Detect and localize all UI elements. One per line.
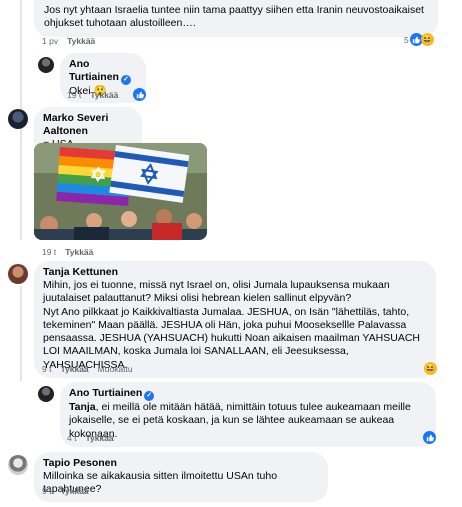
comment-text: Nyt Ano pilkkaat jo Kaikkivaltiasta Juma…	[43, 305, 420, 371]
like-link[interactable]: Tykkää	[90, 90, 118, 100]
comment-meta: 19 t Tykkää	[42, 247, 93, 257]
reply-bubble: Ano Turtiainen ✓ Tanja, ei meillä ole mit…	[60, 382, 436, 447]
comment-photo[interactable]	[34, 143, 207, 240]
avatar[interactable]	[8, 109, 28, 129]
comment-text: Mihin, jos ei tuonne, missä nyt Israel o…	[43, 279, 390, 305]
like-link[interactable]: Tykkää	[60, 364, 88, 374]
avatar[interactable]	[8, 455, 28, 475]
comment-author[interactable]: Ano Turtiainen ✓	[69, 58, 137, 85]
flags-photo	[34, 143, 207, 240]
comment-text: Jos nyt yhtaan Israelia tuntee niin tama…	[44, 4, 424, 30]
comment-time[interactable]: 1 pv	[42, 36, 58, 46]
comment-bubble: Jos nyt yhtaan Israelia tuntee niin tama…	[34, 0, 438, 37]
thumbs-up-icon[interactable]	[423, 431, 436, 444]
haha-reaction-icon: 😆	[420, 33, 434, 46]
avatar[interactable]	[8, 264, 28, 284]
verified-badge-icon: ✓	[144, 391, 155, 401]
like-link[interactable]: Tykkää	[60, 486, 88, 496]
like-link[interactable]: Tykkää	[85, 433, 113, 443]
like-link[interactable]: Tykkää	[65, 247, 93, 257]
comment-time[interactable]: 4 t	[67, 433, 76, 443]
comment-text: Tanja, ei meillä ole mitään hätää, nimit…	[69, 401, 411, 440]
comment-time[interactable]: 19 t	[67, 90, 81, 100]
comment-meta: 1 pv Tykkää	[42, 36, 95, 46]
comment-author[interactable]: Tapio Pesonen	[43, 457, 319, 470]
comment-bubble: Tanja Kettunen Mihin, jos ei tuonne, mis…	[34, 261, 436, 379]
avatar[interactable]	[38, 386, 54, 402]
comment-meta: 19 t Tykkää	[67, 90, 118, 100]
thread-line	[20, 286, 22, 381]
comment-time[interactable]: 9 t	[42, 364, 51, 374]
comment-meta: 9 t Tykkää	[42, 486, 89, 496]
comment-author[interactable]: Tanja Kettunen	[43, 266, 427, 279]
reaction-count: 5	[404, 34, 409, 45]
haha-reaction-icon[interactable]: 😆	[424, 362, 437, 375]
reaction-summary[interactable]: 5 😆	[404, 33, 434, 46]
comment-author[interactable]: Ano Turtiainen ✓	[69, 387, 427, 401]
thumbs-up-icon[interactable]	[133, 88, 146, 101]
verified-badge-icon: ✓	[120, 75, 131, 85]
like-link[interactable]: Tykkää	[67, 36, 95, 46]
comment-meta: 9 t Tykkää Muokattu	[42, 364, 133, 374]
comment-time[interactable]: 19 t	[42, 247, 56, 257]
comment-time[interactable]: 9 t	[42, 486, 51, 496]
comment-meta: 4 t Tykkää	[67, 433, 114, 443]
comment-author[interactable]: Marko Severi Aaltonen	[43, 112, 133, 138]
edited-label: Muokattu	[97, 364, 133, 374]
avatar[interactable]	[38, 57, 54, 73]
mention-link[interactable]: Tanja	[69, 401, 96, 413]
